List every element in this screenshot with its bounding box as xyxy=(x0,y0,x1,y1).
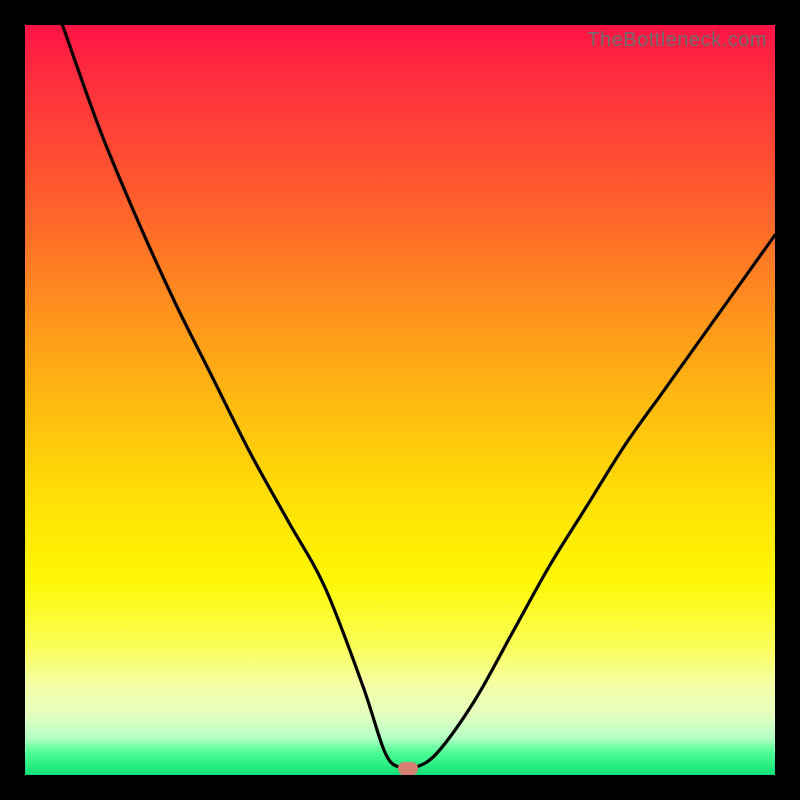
plot-area: TheBottleneck.com xyxy=(25,25,775,775)
chart-frame: TheBottleneck.com xyxy=(0,0,800,800)
minimum-marker xyxy=(398,762,418,775)
bottleneck-curve xyxy=(25,25,775,775)
